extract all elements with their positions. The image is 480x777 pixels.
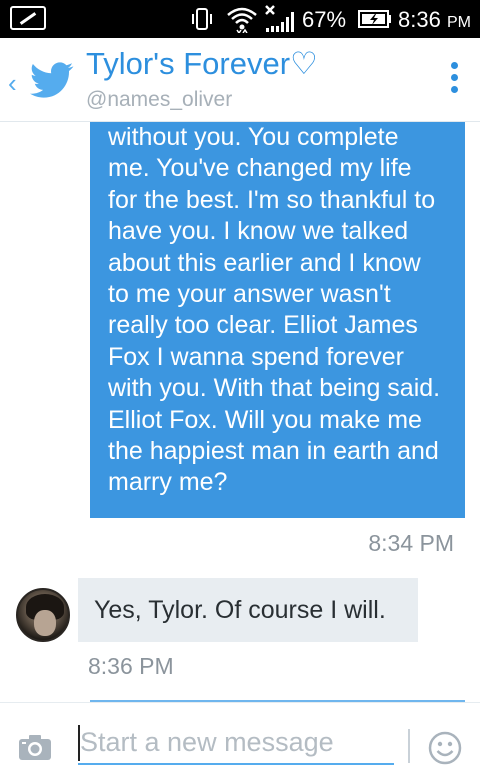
conversation-title: Tylor's Forever♡	[86, 46, 318, 81]
camera-icon[interactable]	[18, 733, 52, 761]
emoji-icon[interactable]	[428, 731, 462, 765]
notification-icon	[10, 6, 46, 30]
conversation-handle: @names_oliver	[86, 88, 233, 111]
status-bar: 67% 8:36 PM	[0, 0, 480, 38]
wifi-icon	[227, 7, 257, 33]
twitter-bird-icon[interactable]	[30, 62, 74, 98]
outgoing-message-bubble[interactable]: without you. You complete me. You've cha…	[90, 122, 465, 518]
incoming-message-text: Yes, Tylor. Of course I will.	[94, 596, 386, 624]
battery-percent: 67%	[302, 7, 347, 32]
outgoing-message-text: without you. You complete me. You've cha…	[108, 123, 441, 497]
battery-charging-icon	[358, 10, 391, 28]
incoming-message-bubble[interactable]: Yes, Tylor. Of course I will.	[78, 578, 418, 642]
conversation-header: ‹ Tylor's Forever♡ @names_oliver	[0, 38, 480, 122]
vibrate-icon	[192, 8, 212, 30]
avatar[interactable]	[16, 588, 70, 642]
message-input[interactable]	[78, 721, 394, 765]
outgoing-message-time: 8:34 PM	[368, 530, 454, 556]
compose-bar	[0, 702, 480, 777]
back-button[interactable]: ‹	[8, 68, 17, 99]
compose-separator	[408, 729, 410, 763]
status-time: 8:36 PM	[398, 7, 471, 32]
text-caret	[78, 725, 80, 761]
signal-icon	[265, 5, 294, 32]
incoming-message-time: 8:36 PM	[88, 653, 174, 679]
overflow-menu-icon[interactable]	[446, 62, 462, 102]
